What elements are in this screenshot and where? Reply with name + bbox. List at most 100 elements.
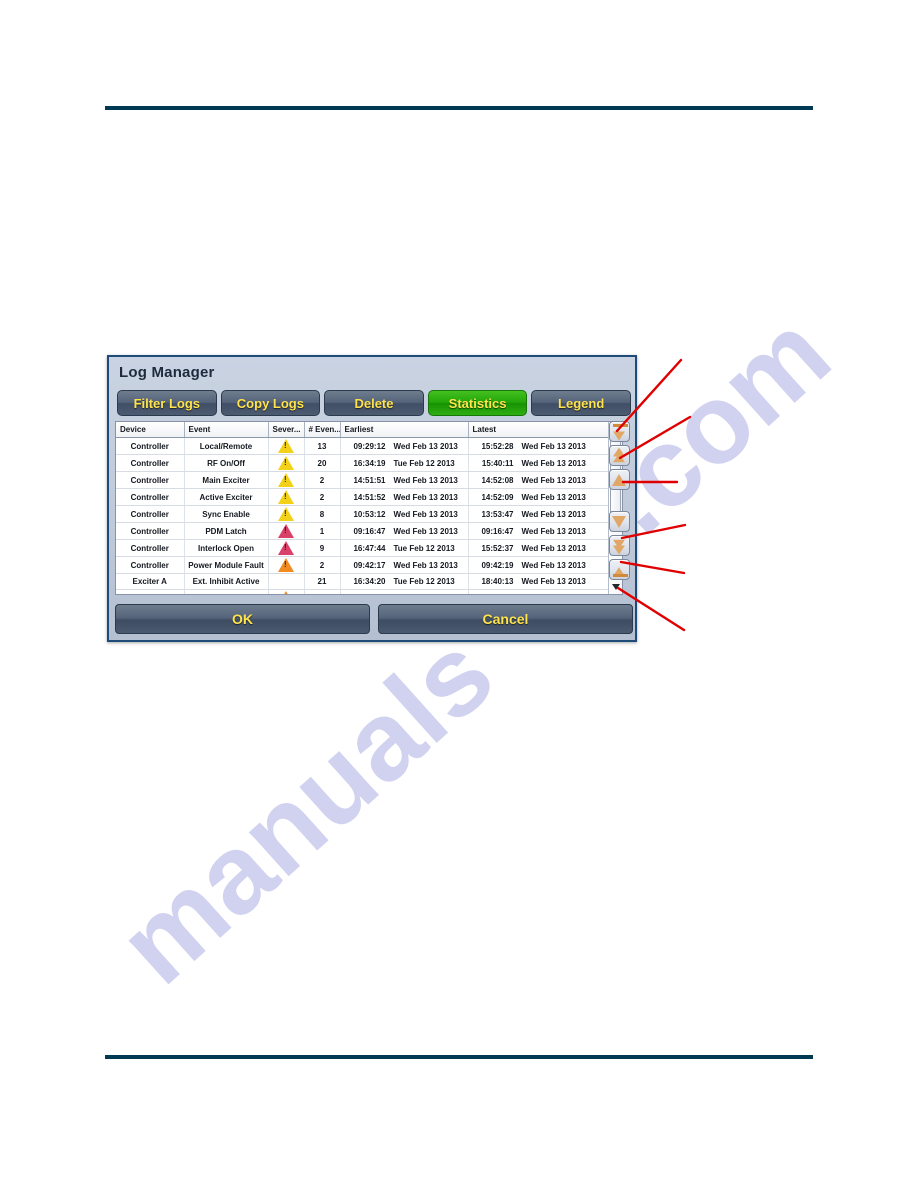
- severity-warning-triangle-icon: [278, 507, 294, 521]
- tab-legend[interactable]: Legend: [531, 390, 631, 416]
- earliest-date: Tue Feb 12 2013: [393, 577, 455, 586]
- cell-event: PDM Latch: [184, 522, 269, 540]
- triangle-down-icon: [610, 512, 629, 531]
- page-footer-rule: [105, 1055, 813, 1059]
- latest-date: Wed Feb 13 2013: [521, 458, 586, 468]
- cell-earliest: 16:34:20 Tue Feb 12 2013: [340, 573, 469, 590]
- table-row[interactable]: ControllerLocal/Remote 13 09:29:12 Wed Feb …: [116, 437, 608, 455]
- cell-event: Interlock Open: [184, 539, 269, 557]
- scroll-up-button[interactable]: [608, 469, 630, 490]
- go-to-top-button[interactable]: [608, 421, 630, 442]
- column-header-event-count[interactable]: # Even...: [304, 422, 341, 438]
- tab-statistics[interactable]: Statistics: [427, 390, 528, 416]
- column-header-device[interactable]: Device: [116, 422, 185, 438]
- cell-latest: 14:52:09 Wed Feb 13 2013: [468, 488, 608, 506]
- earliest-time: 16:34:20: [353, 577, 386, 586]
- earliest-time: 09:16:47: [353, 526, 386, 536]
- table-row[interactable]: ControllerRF On/Off 20 16:34:19 Tue Feb 12 …: [116, 454, 608, 472]
- table-row[interactable]: ControllerPDM Latch 1 09:16:47 Wed Feb 13 2…: [116, 522, 608, 540]
- column-header-earliest[interactable]: Earliest: [340, 422, 469, 438]
- triangle-up-with-bar-icon: [610, 422, 629, 441]
- column-header-latest[interactable]: Latest: [468, 422, 608, 438]
- severity-critical-triangle-icon: [278, 541, 294, 555]
- cell-earliest: 09:42:17 Wed Feb 13 2013: [340, 556, 469, 574]
- severity-alert-triangle-icon: [278, 591, 294, 594]
- ok-button[interactable]: OK: [115, 604, 370, 634]
- cell-event-count: 2: [304, 556, 341, 574]
- earliest-date: Wed Feb 13 2013: [394, 594, 458, 595]
- cell-severity: [268, 488, 305, 506]
- latest-time: 13:53:47: [481, 509, 514, 519]
- record-navigation-buttons: [607, 421, 631, 583]
- cell-latest: 15:40:11 Wed Feb 13 2013: [468, 454, 608, 472]
- earliest-date: Wed Feb 13 2013: [393, 526, 458, 536]
- double-triangle-down-icon: [610, 536, 629, 555]
- cell-latest: 15:52:28 Wed Feb 13 2013: [468, 437, 608, 455]
- earliest-date: Wed Feb 13 2013: [393, 560, 458, 570]
- cell-severity: [268, 589, 305, 594]
- earliest-time: 14:51:52: [353, 492, 386, 502]
- table-row[interactable]: Exciter ANo External 10MHz 810:53:14 Wed F…: [116, 589, 608, 595]
- tab-delete[interactable]: Delete: [324, 390, 424, 416]
- cell-event: Local/Remote: [184, 437, 269, 455]
- cell-earliest: 10:53:12 Wed Feb 13 2013: [340, 505, 469, 523]
- cell-device: Controller: [116, 539, 185, 557]
- page-up-button[interactable]: [608, 445, 630, 466]
- cell-event: Sync Enable: [184, 505, 269, 523]
- latest-date: Wed Feb 13 2013: [521, 492, 586, 502]
- cell-severity: [268, 437, 305, 455]
- cell-earliest: 16:47:44 Tue Feb 12 2013: [340, 539, 469, 557]
- cell-event: Active Exciter: [184, 488, 269, 506]
- cell-event: No External 10MHz: [184, 589, 269, 594]
- table-row[interactable]: Exciter A Ext. Inhibit Active 21 16:34:20 Tu…: [116, 573, 608, 590]
- earliest-time: 16:34:19: [353, 458, 386, 468]
- cell-latest: 13:53:47 Wed Feb 13 2013: [468, 505, 608, 523]
- cell-severity: [268, 556, 305, 574]
- column-header-event[interactable]: Event: [184, 422, 269, 438]
- tab-bar: Filter Logs Copy Logs Delete Statistics Lege…: [117, 390, 631, 416]
- cell-latest: 09:16:47 Wed Feb 13 2013: [468, 522, 608, 540]
- tab-filter-logs[interactable]: Filter Logs: [117, 390, 217, 416]
- severity-critical-triangle-icon: [278, 524, 294, 538]
- statistics-table-container: Device Event Sever... # Even... Earliest Late…: [115, 421, 623, 595]
- latest-time: 15:40:11: [481, 458, 514, 468]
- table-row[interactable]: ControllerPower Module Fault 2 09:42:17 Wed…: [116, 556, 608, 574]
- table-row[interactable]: ControllerMain Exciter 2 14:51:51 Wed Feb 1…: [116, 471, 608, 489]
- latest-date: Wed Feb 13 2013: [521, 577, 586, 586]
- cell-device: Controller: [116, 471, 185, 489]
- table-row[interactable]: ControllerActive Exciter 2 14:51:52 Wed Feb…: [116, 488, 608, 506]
- cell-event: Ext. Inhibit Active: [184, 573, 269, 590]
- cell-latest: 14:52:08 Wed Feb 13 2013: [468, 471, 608, 489]
- log-manager-dialog: Log Manager Filter Logs Copy Logs Delete St…: [107, 355, 637, 642]
- cell-latest: 13:53:49 Wed Feb 13 2013: [468, 589, 608, 595]
- earliest-time: 16:47:44: [353, 543, 386, 553]
- tab-copy-logs[interactable]: Copy Logs: [220, 390, 321, 416]
- go-to-bottom-button[interactable]: [608, 559, 630, 580]
- cell-device: Controller: [116, 437, 185, 455]
- table-row[interactable]: ControllerSync Enable 8 10:53:12 Wed Feb 13…: [116, 505, 608, 523]
- table-row[interactable]: ControllerInterlock Open 9 16:47:44 Tue Feb…: [116, 539, 608, 557]
- column-header-severity[interactable]: Sever...: [268, 422, 305, 438]
- cancel-button[interactable]: Cancel: [378, 604, 633, 634]
- triangle-down-with-bar-icon: [610, 560, 629, 579]
- latest-date: Wed Feb 13 2013: [522, 594, 586, 595]
- latest-time: 14:52:09: [481, 492, 514, 502]
- cell-severity: [268, 539, 305, 557]
- latest-date: Wed Feb 13 2013: [521, 509, 586, 519]
- cell-severity: [268, 471, 305, 489]
- dialog-footer: OK Cancel: [115, 604, 633, 634]
- cell-device: Controller: [116, 505, 185, 523]
- cell-earliest: 09:16:47 Wed Feb 13 2013: [340, 522, 469, 540]
- severity-warning-triangle-icon: [278, 473, 294, 487]
- earliest-time: 10:53:14: [344, 594, 385, 595]
- statistics-grid[interactable]: Device Event Sever... # Even... Earliest Late…: [116, 422, 608, 594]
- cell-earliest: 10:53:14 Wed Feb 13 2013: [340, 589, 469, 595]
- earliest-date: Tue Feb 12 2013: [393, 458, 455, 468]
- page-down-button[interactable]: [608, 535, 630, 556]
- earliest-date: Wed Feb 13 2013: [393, 509, 458, 519]
- dialog-title: Log Manager: [119, 364, 215, 381]
- cell-severity: [268, 454, 305, 472]
- table-body: ControllerLocal/Remote1309:29:12Wed Feb …: [116, 437, 608, 595]
- earliest-time: 14:51:51: [353, 475, 386, 485]
- scroll-down-button[interactable]: [608, 511, 630, 532]
